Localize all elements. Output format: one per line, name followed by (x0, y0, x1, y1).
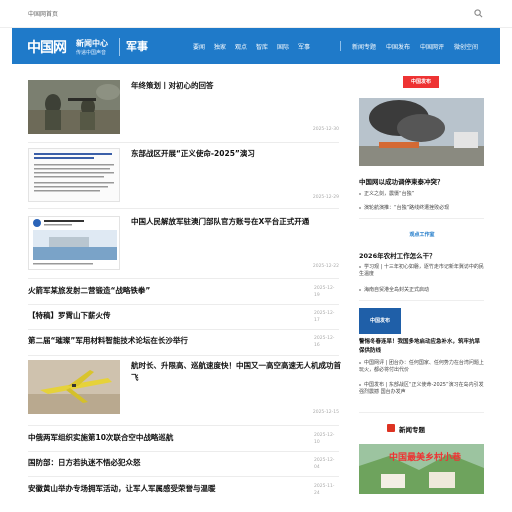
top-utility-bar: 中国网首页 (0, 0, 512, 28)
nav-item-china-release[interactable]: 中国发布 (386, 42, 410, 51)
nav-item-exclusive[interactable]: 独家 (214, 42, 226, 51)
sidebar-divider (359, 300, 484, 301)
list-divider (28, 476, 339, 477)
list-item[interactable]: 中俄两军组织实施第10次联合空中战略巡航 2025-12-10 (28, 429, 339, 449)
list-divider (28, 278, 339, 279)
article-title[interactable]: 东部战区开展“正义使命-2025”演习 (131, 148, 341, 160)
article-title[interactable]: 安徽黄山举办专场拥军活动，让军人军属感受荣誉与温暖 (28, 483, 216, 494)
list-divider (28, 425, 339, 426)
feature-article[interactable]: 航时长、升限高、巡航速度快！中国又一高空高速无人机成功首飞 2025-12-15 (28, 360, 341, 422)
bullet-icon (359, 361, 361, 364)
article-thumbnail[interactable] (28, 216, 120, 270)
article-title[interactable]: 航时长、升限高、巡航速度快！中国又一高空高速无人机成功首飞 (131, 360, 341, 384)
sidebar-list-item[interactable]: 演轮航演推：“台独”路线终遭挫败必现 (359, 204, 449, 211)
nav-item-special-topics[interactable]: 新闻专题 (352, 42, 376, 51)
list-divider (28, 451, 339, 452)
list-item[interactable]: 火箭军某旅发射二营锻造“战略铁拳” 2025-12-19 (28, 282, 339, 302)
nav-divider (340, 41, 341, 51)
nav-item-micro-space[interactable]: 微创空间 (454, 42, 478, 51)
list-item[interactable]: 第二届“璀璨”军用材料智能技术论坛在长沙举行 2025-12-16 (28, 332, 339, 352)
sidebar-divider (359, 412, 484, 413)
article-date: 2025-12-29 (312, 195, 339, 200)
article-date: 2025-12-30 (312, 127, 339, 132)
sidebar: 中国发布 中国网以成功调停柬泰冲突？ 正义之剑，震慑“台独” 演轮航演推：“台独… (359, 76, 484, 506)
home-link[interactable]: 中国网首页 (28, 9, 58, 18)
article-date: 2025-12-16 (314, 336, 335, 348)
section-title: 军事 (126, 40, 148, 53)
feature-article[interactable]: 年终策划丨对初心的回答 2025-12-30 (28, 80, 339, 142)
article-title[interactable]: 国防部：日方若执迷不悟必犯众怒 (28, 457, 141, 468)
nav-item-opinion[interactable]: 观点 (235, 42, 247, 51)
banner-title: 中国最美乡村小巷 (389, 453, 462, 463)
sidebar-headline[interactable]: 警惕冬春连旱！我国多地启动应急补水，筑牢抗旱保供防线 (359, 338, 484, 356)
article-thumbnail[interactable] (28, 360, 120, 414)
nav-item-military[interactable]: 军事 (298, 42, 310, 51)
sidebar-list-item[interactable]: 海南自贸港全岛封关正式启动 (359, 286, 429, 293)
feature-article[interactable]: 东部战区开展“正义使命-2025”演习 2025-12-29 (28, 148, 339, 208)
list-item[interactable]: 安徽黄山举办专场拥军活动，让军人军属感受荣誉与温暖 2025-11-24 (28, 480, 339, 500)
bullet-icon (359, 288, 361, 291)
list-divider (28, 304, 339, 305)
china-release-logo[interactable]: 中国发布 (403, 76, 439, 88)
article-title[interactable]: 年终策划丨对初心的回答 (131, 80, 341, 92)
special-topics-title[interactable]: 新闻专题 (399, 424, 425, 434)
article-date: 2025-12-17 (314, 311, 335, 323)
article-thumbnail[interactable] (28, 148, 120, 202)
article-date: 2025-12-10 (314, 433, 335, 445)
feature-article[interactable]: 中国人民解放军驻澳门部队官方账号在X平台正式开通 2025-12-22 (28, 216, 339, 274)
special-topic-banner[interactable]: 中国最美乡村小巷 (359, 444, 484, 494)
news-center-tagline: 传递中国声音 (76, 50, 107, 56)
sidebar-list-item[interactable]: 正义之剑，震慑“台独” (359, 190, 414, 197)
bullet-icon (359, 383, 361, 386)
nav-item-thinktank[interactable]: 智库 (256, 42, 268, 51)
article-date: 2025-12-04 (314, 458, 335, 470)
list-divider (28, 355, 339, 356)
opinion-studio-logo[interactable]: 观点工作室 (407, 226, 437, 244)
bullet-icon (359, 206, 361, 209)
list-divider (28, 142, 339, 143)
news-center-title[interactable]: 新闻中心 (76, 38, 108, 49)
article-title[interactable]: 火箭军某旅发射二营锻造“战略铁拳” (28, 285, 150, 296)
site-logo[interactable]: 中国网 (27, 37, 67, 57)
china-release-badge[interactable]: 中国发布 (359, 308, 401, 334)
article-title[interactable]: 第二届“璀璨”军用材料智能技术论坛在长沙举行 (28, 335, 188, 346)
sidebar-list-item[interactable]: 学习观 | 十三年初心如磐，逐竹走市记新年冀访中的民生温度 (359, 264, 484, 278)
list-divider (28, 208, 339, 209)
bullet-icon (359, 192, 361, 195)
header-divider (119, 38, 120, 56)
nav-item-international[interactable]: 国际 (277, 42, 289, 51)
article-date: 2025-12-22 (312, 264, 339, 269)
nav-item-headlines[interactable]: 要闻 (193, 42, 205, 51)
nav-item-china-comment[interactable]: 中国网评 (420, 42, 444, 51)
sidebar-list-item[interactable]: 中国发布 | 东部战区“正义使命-2025”演习在岛内引发强烈震撼 国台办发声 (359, 382, 484, 396)
list-item[interactable]: 【特稿】罗霄山下薪火传 2025-12-17 (28, 307, 339, 327)
article-date: 2025-12-19 (314, 286, 335, 298)
list-divider (28, 329, 339, 330)
sidebar-list-item[interactable]: 中国网评 | 团台办：任何国家、任何势力在台湾问题上玩火，都必将付出代价 (359, 360, 484, 374)
topic-icon (387, 424, 395, 432)
article-date: 2025-12-15 (312, 410, 339, 415)
list-item[interactable]: 国防部：日方若执迷不悟必犯众怒 2025-12-04 (28, 454, 339, 474)
article-title[interactable]: 中俄两军组织实施第10次联合空中战略巡航 (28, 432, 173, 443)
sidebar-photo[interactable] (359, 98, 484, 166)
sidebar-headline[interactable]: 中国网以成功调停柬泰冲突？ (359, 176, 444, 186)
article-title[interactable]: 【特稿】罗霄山下薪火传 (28, 310, 111, 321)
logo-text: 中国网 (27, 40, 67, 56)
search-icon[interactable] (474, 9, 483, 18)
site-header: 中国网 新闻中心 传递中国声音 军事 要闻 独家 观点 智库 国际 军事 新闻专… (12, 28, 500, 64)
article-thumbnail[interactable] (28, 80, 120, 134)
article-date: 2025-11-24 (314, 484, 335, 496)
bullet-icon (359, 265, 361, 268)
sidebar-divider (359, 218, 484, 219)
sidebar-headline[interactable]: 2026年农村工作怎么干？ (359, 250, 436, 260)
article-title[interactable]: 中国人民解放军驻澳门部队官方账号在X平台正式开通 (131, 216, 341, 228)
